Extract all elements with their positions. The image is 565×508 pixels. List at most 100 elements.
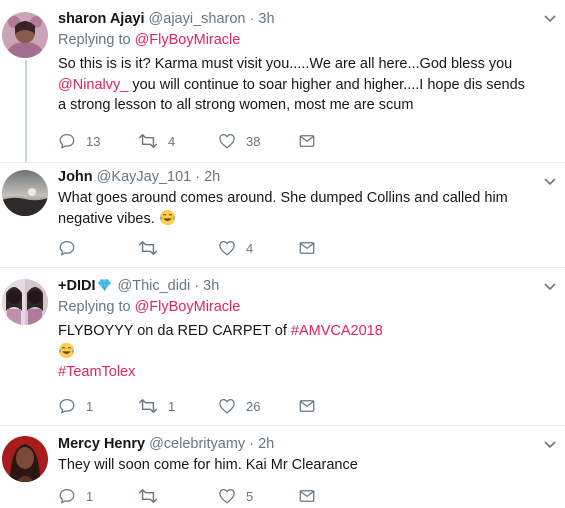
mention-link[interactable]: @Ninalvy_ <box>58 77 128 93</box>
direct-message-icon <box>299 400 315 412</box>
retweet-icon <box>138 399 158 413</box>
hashtag-link[interactable]: #AMVCA2018 <box>291 323 383 339</box>
timestamp[interactable]: 3h <box>203 278 219 294</box>
separator: · <box>194 278 200 294</box>
user-handle[interactable]: @Thic_didi <box>118 278 191 294</box>
direct-message-icon <box>299 242 315 254</box>
display-name[interactable]: Mercy Henry <box>58 436 145 452</box>
tweet-text: FLYBOYYY on da RED CARPET of #AMVCA2018 … <box>58 321 535 383</box>
tweet-actions: 4 <box>58 238 378 258</box>
like-button[interactable]: 4 <box>218 238 298 258</box>
direct-message-icon <box>299 490 315 502</box>
retweet-icon <box>138 241 158 255</box>
reply-count: 1 <box>86 398 94 414</box>
retweet-button[interactable]: 4 <box>138 131 218 151</box>
tweet-text-part: you will continue to soar higher and hig… <box>58 76 525 114</box>
avatar[interactable] <box>2 12 48 58</box>
reply-icon <box>59 488 75 504</box>
like-button[interactable]: 26 <box>218 396 298 416</box>
timestamp[interactable]: 3h <box>258 11 274 27</box>
tweet-text: So this is is it? Karma must visit you..… <box>58 54 535 116</box>
hashtag-link[interactable]: #TeamTolex <box>58 364 135 380</box>
tweet[interactable]: Mercy Henry @celebrityamy · 2h They will… <box>0 426 565 508</box>
avatar[interactable] <box>2 170 48 216</box>
tweet[interactable]: +DIDI @Thic_didi · 3h Replying to @FlyBo… <box>0 268 565 426</box>
timestamp[interactable]: 2h <box>258 436 274 452</box>
tweet-header: Mercy Henry @celebrityamy · 2h <box>58 435 535 454</box>
like-count: 26 <box>246 398 261 414</box>
timestamp[interactable]: 2h <box>204 169 220 185</box>
tweet[interactable]: sharon Ajayi @ajayi_sharon · 3h Replying… <box>0 0 565 163</box>
like-count: 38 <box>246 133 261 149</box>
chevron-down-icon[interactable] <box>543 14 557 24</box>
reply-count: 1 <box>86 488 94 504</box>
direct-message-button[interactable] <box>298 396 378 416</box>
user-handle[interactable]: @ajayi_sharon <box>149 11 246 27</box>
display-name[interactable]: +DIDI <box>58 278 95 294</box>
tweet[interactable]: John @KayJay_101 · 2h What goes around c… <box>0 163 565 268</box>
like-button[interactable]: 38 <box>218 131 298 151</box>
separator: · <box>195 169 201 185</box>
tweet-text: What goes around comes around. She dumpe… <box>58 188 535 229</box>
heart-icon <box>219 240 235 256</box>
chevron-down-icon[interactable] <box>543 177 557 187</box>
like-button[interactable]: 5 <box>218 486 298 506</box>
tweet-text-part: They will soon come for him. Kai Mr Clea… <box>58 457 358 473</box>
diamond-badge-icon <box>98 279 112 291</box>
direct-message-button[interactable] <box>298 131 378 151</box>
display-name[interactable]: John <box>58 169 93 185</box>
reply-button[interactable]: 13 <box>58 131 138 151</box>
replying-to: Replying to @FlyBoyMiracle <box>58 31 535 50</box>
reply-icon <box>59 398 75 414</box>
tweet-text-part: FLYBOYYY on da RED CARPET of <box>58 323 291 339</box>
replying-to-link[interactable]: @FlyBoyMiracle <box>135 32 241 48</box>
direct-message-button[interactable] <box>298 238 378 258</box>
tweet-actions: 13 4 38 <box>58 131 378 151</box>
replying-label: Replying to <box>58 32 131 48</box>
tweet-text-part: What goes around comes around. She dumpe… <box>58 190 508 227</box>
reply-icon <box>59 133 75 149</box>
tears-of-joy-emoji <box>159 209 175 225</box>
tweet-header: sharon Ajayi @ajayi_sharon · 3h <box>58 10 535 29</box>
tweet-actions: 1 5 <box>58 486 378 506</box>
display-name[interactable]: sharon Ajayi <box>58 11 145 27</box>
direct-message-icon <box>299 135 315 147</box>
tweet-text: They will soon come for him. Kai Mr Clea… <box>58 455 535 476</box>
retweet-button[interactable] <box>138 238 218 258</box>
tweet-header: +DIDI @Thic_didi · 3h <box>58 277 535 296</box>
retweet-button[interactable] <box>138 486 218 506</box>
avatar[interactable] <box>2 279 48 325</box>
reply-button[interactable] <box>58 238 138 258</box>
reply-count: 13 <box>86 133 101 149</box>
user-handle[interactable]: @KayJay_101 <box>97 169 192 185</box>
replying-to-link[interactable]: @FlyBoyMiracle <box>135 299 241 315</box>
separator: · <box>249 11 255 27</box>
thread-line <box>25 60 27 163</box>
replying-to: Replying to @FlyBoyMiracle <box>58 298 535 317</box>
retweet-icon <box>138 134 158 148</box>
retweet-icon <box>138 489 158 503</box>
tears-of-joy-emoji <box>58 342 75 358</box>
heart-icon <box>219 133 235 149</box>
heart-icon <box>219 398 235 414</box>
heart-icon <box>219 488 235 504</box>
direct-message-button[interactable] <box>298 486 378 506</box>
chevron-down-icon[interactable] <box>543 440 557 450</box>
tweet-actions: 1 1 26 <box>58 396 378 416</box>
chevron-down-icon[interactable] <box>543 282 557 292</box>
replying-label: Replying to <box>58 299 131 315</box>
separator: · <box>249 436 255 452</box>
user-handle[interactable]: @celebrityamy <box>149 436 245 452</box>
retweet-count: 4 <box>168 133 176 149</box>
like-count: 4 <box>246 240 254 256</box>
tweet-header: John @KayJay_101 · 2h <box>58 168 535 187</box>
tweet-text-part: So this is is it? Karma must visit you..… <box>58 56 513 72</box>
retweet-count: 1 <box>168 398 176 414</box>
reply-button[interactable]: 1 <box>58 396 138 416</box>
like-count: 5 <box>246 488 254 504</box>
tweet-feed: sharon Ajayi @ajayi_sharon · 3h Replying… <box>0 0 565 508</box>
retweet-button[interactable]: 1 <box>138 396 218 416</box>
avatar[interactable] <box>2 436 48 482</box>
reply-icon <box>59 240 75 256</box>
reply-button[interactable]: 1 <box>58 486 138 506</box>
